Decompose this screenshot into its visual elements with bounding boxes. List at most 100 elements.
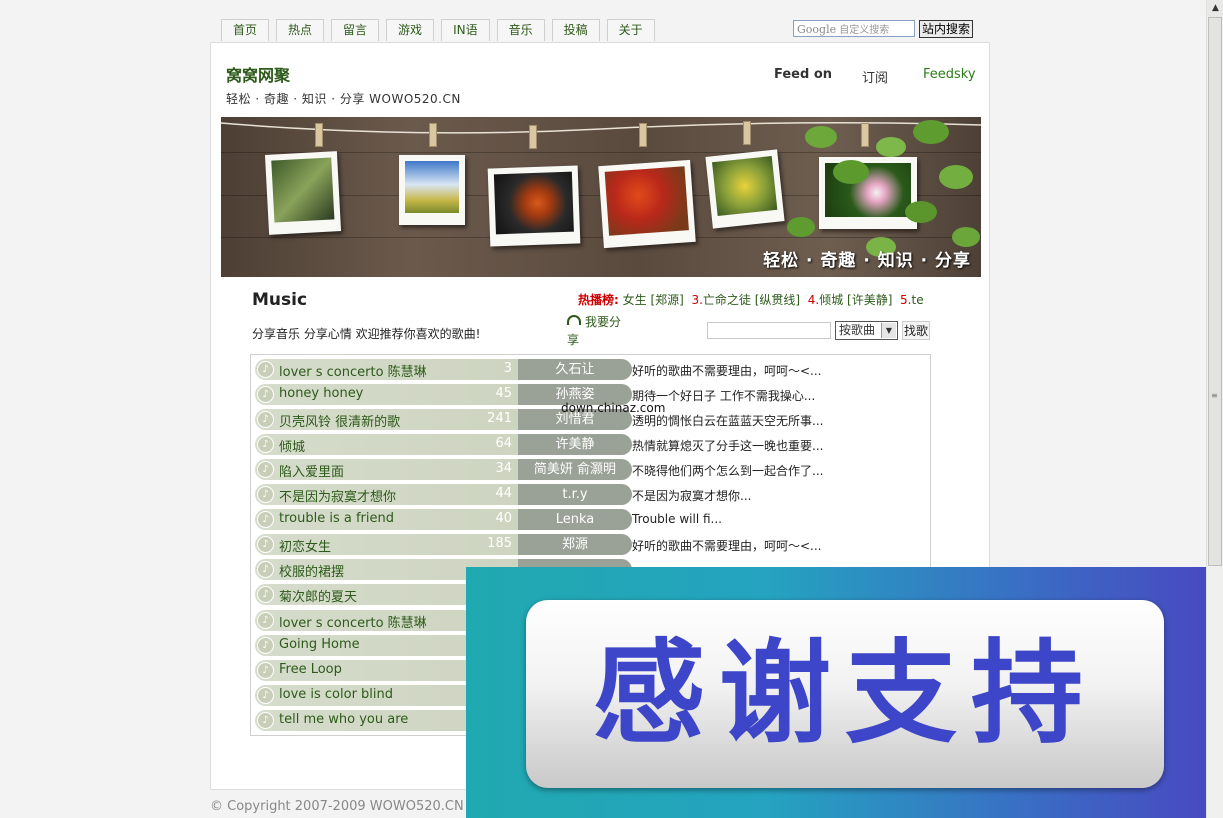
music-note-icon[interactable]: ♪ — [257, 436, 274, 453]
music-note-icon[interactable]: ♪ — [257, 386, 274, 403]
google-search-input[interactable]: Google 自定义搜索 — [793, 20, 915, 37]
music-note-icon[interactable]: ♪ — [257, 411, 274, 428]
play-count: 34 — [495, 461, 512, 476]
music-note-icon[interactable]: ♪ — [257, 687, 274, 704]
nav-tab-in-words[interactable]: IN语 — [441, 19, 490, 41]
hot-chart-marquee: 热播榜: 女生 [郑源] 3.亡命之徒 [纵贯线] 4.倾城 [许美静] 5.t… — [578, 293, 924, 307]
song-name[interactable]: 菊次郎的夏天 — [279, 586, 357, 605]
nav-tab-guestbook[interactable]: 留言 — [331, 19, 380, 41]
hot-chart-item[interactable]: 倾城 [许美静] — [819, 293, 892, 307]
music-note-icon[interactable]: ♪ — [257, 486, 274, 503]
scroll-thumb[interactable] — [1208, 17, 1222, 566]
song-row[interactable]: ♪ 倾城 64 许美静 热情就算熄灭了分手这一晚也重要... — [255, 434, 935, 455]
music-description: 分享音乐 分享心情 欢迎推荐你喜欢的歌曲! — [252, 327, 481, 341]
singer-name[interactable]: 简美妍 俞灏明 — [518, 459, 632, 480]
scroll-up-arrow-icon[interactable]: ▲ — [1207, 0, 1223, 17]
song-title-bar[interactable]: ♪ 初恋女生 185 — [255, 534, 518, 555]
nav-tab-games[interactable]: 游戏 — [386, 19, 435, 41]
play-count: 185 — [487, 536, 512, 551]
song-name[interactable]: 不是因为寂寞才想你 — [279, 486, 396, 505]
hot-chart-item[interactable]: 亡命之徒 [纵贯线] — [703, 293, 800, 307]
find-song-button[interactable]: 找歌 — [902, 321, 930, 340]
photo-sunglasses — [264, 151, 342, 235]
music-note-icon[interactable]: ♪ — [257, 712, 274, 729]
song-name[interactable]: Free Loop — [279, 662, 342, 677]
copyright: © Copyright 2007-2009 WOWO520.CN R — [210, 799, 477, 814]
recommend-song-link[interactable]: 我要分享 — [567, 313, 629, 349]
thanks-overlay[interactable]: 感谢支持 — [466, 567, 1223, 818]
nav-tab-music[interactable]: 音乐 — [496, 19, 545, 41]
chevron-down-icon: ▼ — [881, 323, 896, 338]
song-title-bar[interactable]: ♪ 倾城 64 — [255, 434, 518, 455]
page-scrollbar[interactable]: ▲ ≡ — [1206, 0, 1223, 818]
search-by-select[interactable]: 按歌曲 ▼ — [835, 321, 898, 340]
music-note-icon[interactable]: ♪ — [257, 662, 274, 679]
song-name[interactable]: 校服的裙摆 — [279, 561, 344, 580]
singer-name[interactable]: 久石让 — [518, 359, 632, 380]
song-title-bar[interactable]: ♪ trouble is a friend 40 — [255, 509, 518, 530]
song-comment: 不晓得他们两个怎么到一起合作了... — [632, 464, 824, 478]
feedsky-link[interactable]: Feedsky — [923, 67, 976, 82]
song-name[interactable]: trouble is a friend — [279, 511, 394, 526]
song-row[interactable]: ♪ 初恋女生 185 郑源 好听的歌曲不需要理由，呵呵～<... — [255, 534, 935, 555]
singer-name[interactable]: t.r.y — [518, 484, 632, 505]
song-name[interactable]: honey honey — [279, 386, 363, 401]
song-name[interactable]: lover s concerto 陈慧琳 — [279, 612, 427, 631]
music-note-icon[interactable]: ♪ — [257, 561, 274, 578]
site-search-button[interactable]: 站内搜索 — [919, 20, 974, 38]
song-comment: 热情就算熄灭了分手这一晚也重要... — [632, 439, 824, 453]
song-comment: 好听的歌曲不需要理由，呵呵～<... — [632, 364, 822, 378]
music-note-icon[interactable]: ♪ — [257, 536, 274, 553]
song-row[interactable]: ♪ 不是因为寂寞才想你 44 t.r.y 不是因为寂寞才想你... — [255, 484, 935, 505]
hot-chart-item[interactable]: te — [911, 293, 923, 307]
song-title-bar[interactable]: ♪ 贝壳风铃 很清新的歌 241 — [255, 409, 518, 430]
song-name[interactable]: tell me who you are — [279, 712, 408, 727]
play-count: 3 — [503, 361, 512, 376]
song-name[interactable]: lover s concerto 陈慧琳 — [279, 361, 427, 380]
song-title-bar[interactable]: ♪ 陷入爱里面 34 — [255, 459, 518, 480]
song-comment: 不是因为寂寞才想你... — [632, 489, 752, 503]
song-row[interactable]: ♪ 陷入爱里面 34 简美妍 俞灏明 不晓得他们两个怎么到一起合作了... — [255, 459, 935, 480]
thanks-button[interactable]: 感谢支持 — [526, 600, 1164, 788]
singer-name[interactable]: Lenka — [518, 509, 632, 530]
song-name[interactable]: love is color blind — [279, 687, 393, 702]
nav-tab-submit[interactable]: 投稿 — [551, 19, 600, 41]
song-name[interactable]: 初恋女生 — [279, 536, 331, 555]
header-banner: 轻松 · 奇趣 · 知识 · 分享 — [221, 117, 981, 277]
music-note-icon[interactable]: ♪ — [257, 586, 274, 603]
hot-chart-item[interactable]: 女生 [郑源] — [623, 293, 684, 307]
song-name[interactable]: 陷入爱里面 — [279, 461, 344, 480]
song-title-bar[interactable]: ♪ lover s concerto 陈慧琳 3 — [255, 359, 518, 380]
play-count: 40 — [495, 511, 512, 526]
song-name[interactable]: Going Home — [279, 637, 360, 652]
song-search-input[interactable] — [707, 322, 831, 339]
scroll-grip-icon: ≡ — [1211, 391, 1218, 400]
song-row[interactable]: ♪ trouble is a friend 40 Lenka Trouble will … — [255, 509, 935, 530]
music-note-icon[interactable]: ♪ — [257, 511, 274, 528]
singer-name[interactable]: 许美静 — [518, 434, 632, 455]
music-note-icon[interactable]: ♪ — [257, 361, 274, 378]
subscribe-link[interactable]: 订阅 — [862, 67, 888, 86]
music-note-icon[interactable]: ♪ — [257, 637, 274, 654]
play-count: 241 — [487, 411, 512, 426]
thanks-text: 感谢支持 — [593, 629, 1097, 759]
photo-sky-field — [399, 155, 465, 225]
singer-name[interactable]: 郑源 — [518, 534, 632, 555]
music-note-icon[interactable]: ♪ — [257, 612, 274, 629]
song-name[interactable]: 贝壳风铃 很清新的歌 — [279, 411, 400, 430]
song-row[interactable]: ♪ lover s concerto 陈慧琳 3 久石让 好听的歌曲不需要理由，呵呵～<… — [255, 359, 935, 380]
music-title: Music — [252, 290, 308, 310]
site-search: Google 自定义搜索 站内搜索 — [793, 20, 974, 38]
site-title[interactable]: 窝窝网聚 — [226, 62, 290, 86]
play-count: 44 — [495, 486, 512, 501]
song-title-bar[interactable]: ♪ honey honey 45 — [255, 384, 518, 405]
nav-tab-hot[interactable]: 热点 — [276, 19, 325, 41]
music-note-icon[interactable]: ♪ — [257, 461, 274, 478]
song-name[interactable]: 倾城 — [279, 436, 305, 455]
headphones-icon — [567, 315, 581, 325]
song-comment: 好听的歌曲不需要理由，呵呵～<... — [632, 539, 822, 553]
nav-tab-about[interactable]: 关于 — [606, 19, 655, 41]
banner-slogan: 轻松 · 奇趣 · 知识 · 分享 — [763, 251, 971, 271]
song-title-bar[interactable]: ♪ 不是因为寂寞才想你 44 — [255, 484, 518, 505]
nav-tab-home[interactable]: 首页 — [221, 19, 270, 41]
